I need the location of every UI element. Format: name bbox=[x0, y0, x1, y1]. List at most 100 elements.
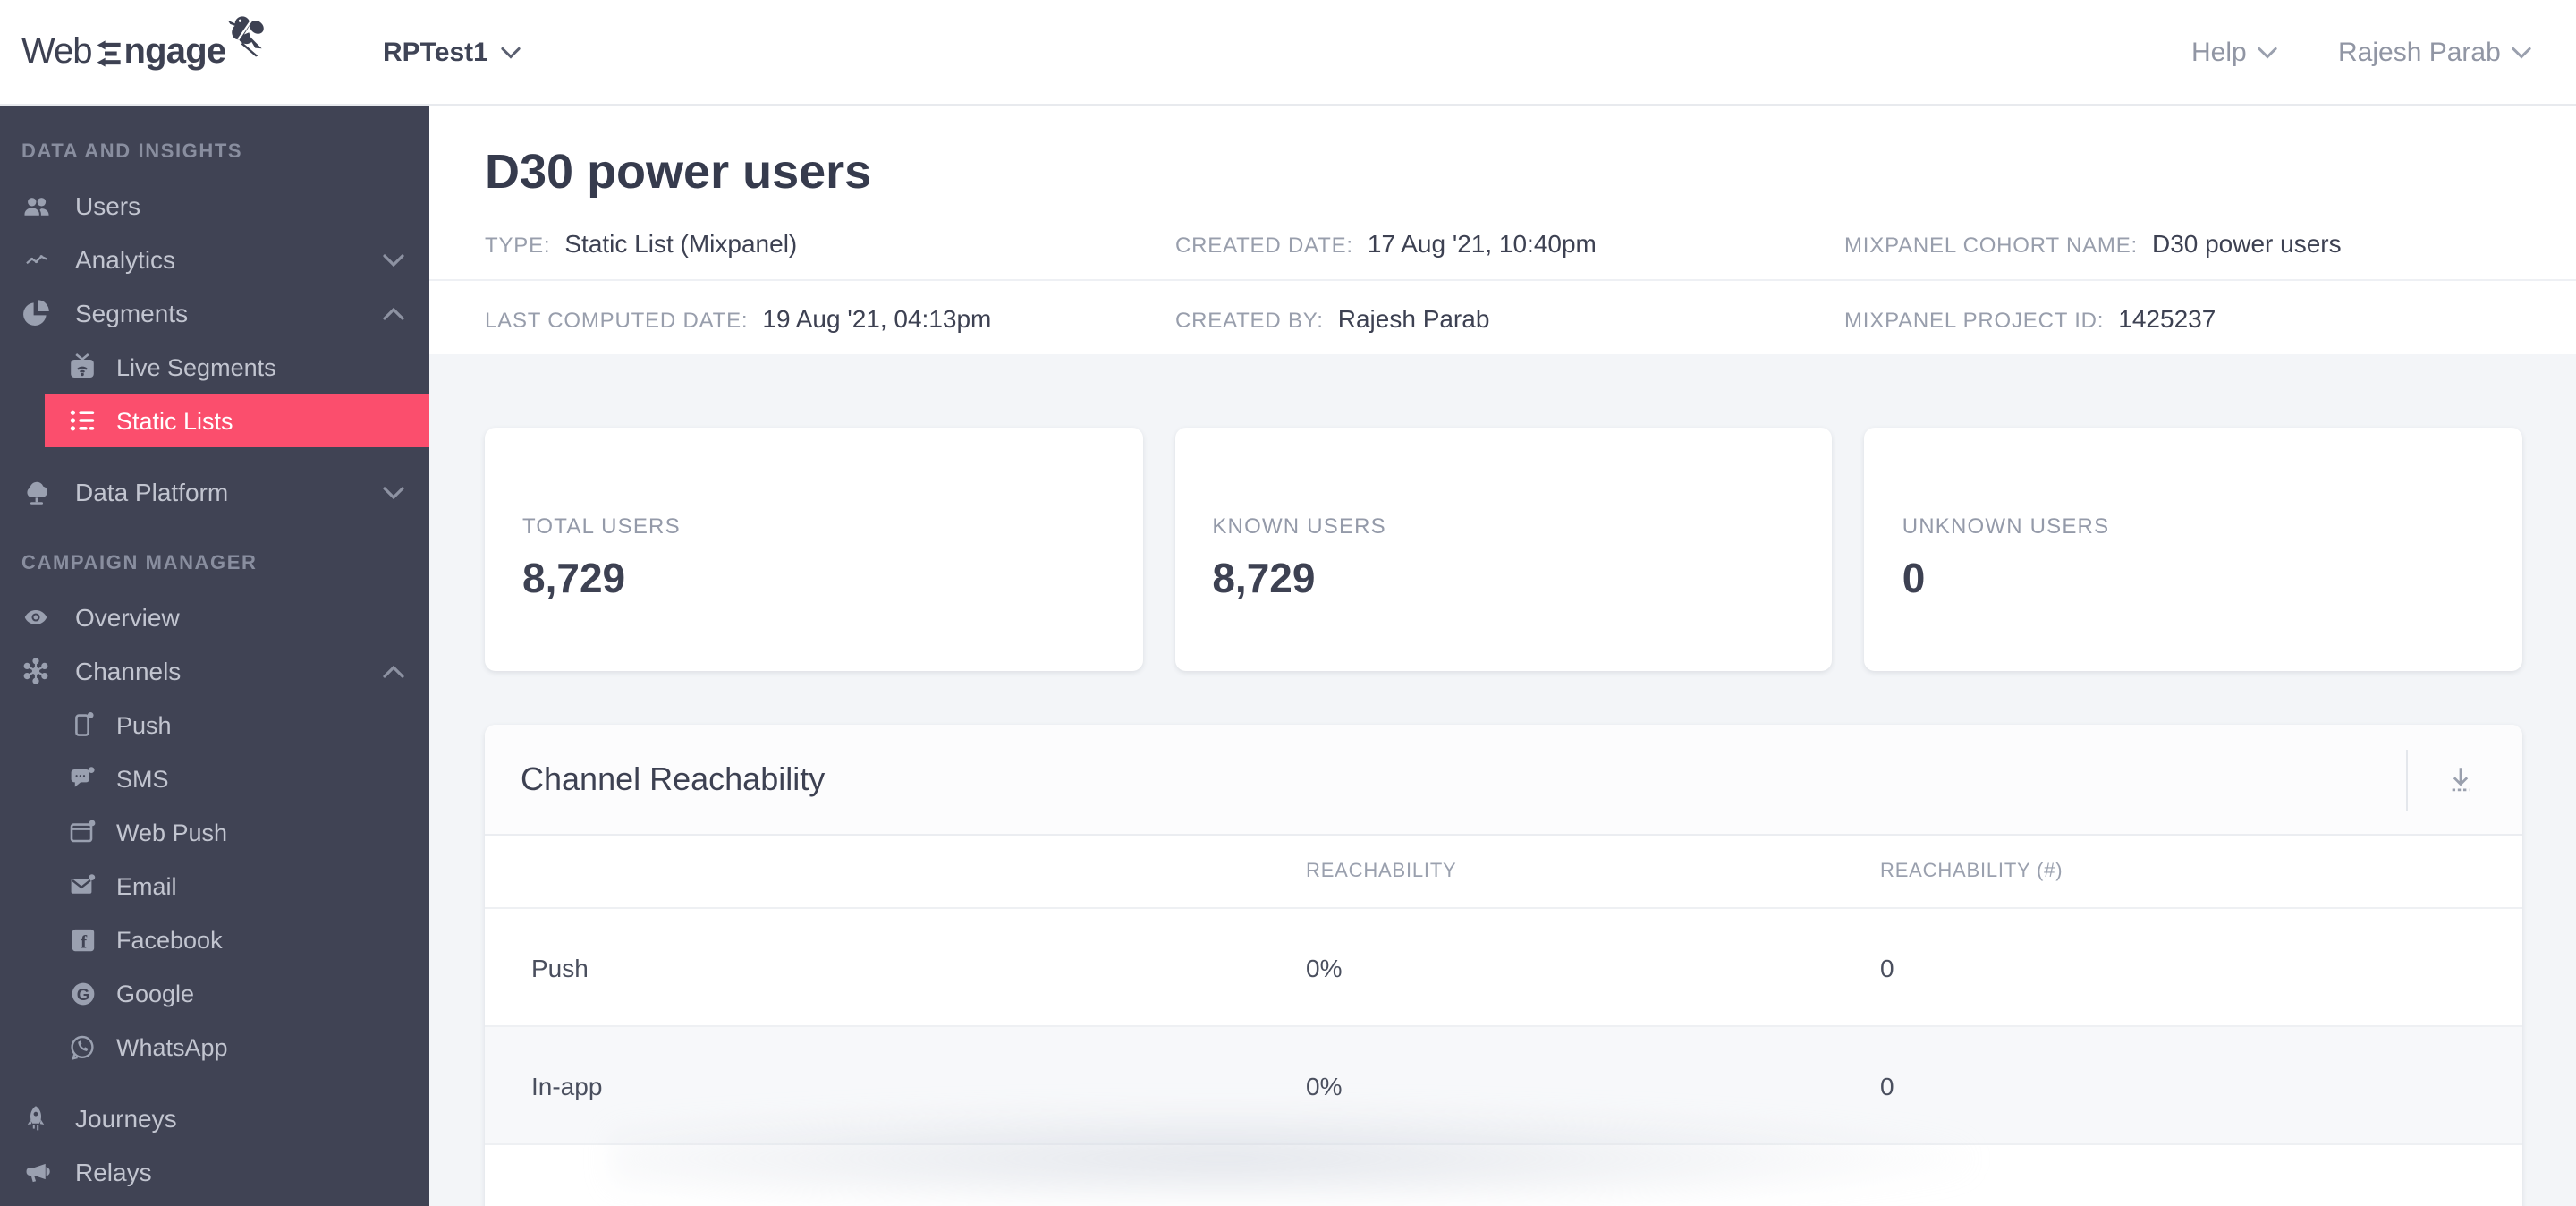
meta-value: Static List (Mixpanel) bbox=[564, 229, 798, 258]
reachability-title: Channel Reachability bbox=[521, 760, 826, 796]
stat-label: UNKNOWN USERS bbox=[1902, 514, 2110, 539]
web-push-icon bbox=[64, 818, 100, 846]
chevron-up-icon bbox=[383, 666, 404, 678]
column-header-reachability-count: REACHABILITY (#) bbox=[1880, 861, 2063, 882]
stat-cards: TOTAL USERS 8,729 KNOWN USERS 8,729 UNKN… bbox=[485, 428, 2523, 671]
channel-name: In-app bbox=[531, 1071, 603, 1100]
reachability-count: 0 bbox=[1880, 1071, 1894, 1100]
sidebar-item-channels[interactable]: Channels bbox=[0, 644, 429, 698]
chevron-down-icon bbox=[2512, 47, 2531, 59]
overview-eye-icon bbox=[18, 603, 54, 632]
chevron-down-icon bbox=[383, 254, 404, 267]
sidebar-item-email[interactable]: Email bbox=[0, 859, 429, 913]
facebook-icon: f bbox=[64, 925, 100, 954]
sidebar-item-analytics[interactable]: Analytics bbox=[0, 233, 429, 286]
sidebar-item-push[interactable]: Push bbox=[0, 698, 429, 752]
project-name: RPTest1 bbox=[383, 38, 488, 68]
sidebar-item-label: Live Segments bbox=[116, 353, 276, 380]
webengage-bird-icon bbox=[222, 14, 270, 59]
sidebar-item-label: Google bbox=[116, 980, 195, 1006]
sidebar-item-data-platform[interactable]: Data Platform bbox=[0, 465, 429, 519]
user-menu[interactable]: Rajesh Parab bbox=[2338, 0, 2531, 106]
stat-value: 8,729 bbox=[1212, 555, 1316, 601]
page-title: D30 power users bbox=[485, 145, 872, 199]
sidebar-item-label: Push bbox=[116, 711, 172, 738]
meta-label: CREATED BY: bbox=[1175, 307, 1324, 332]
sidebar-item-live-segments[interactable]: Live Segments bbox=[0, 340, 429, 394]
analytics-icon bbox=[18, 245, 54, 274]
svg-text:G: G bbox=[76, 984, 89, 1003]
sidebar-item-label: Users bbox=[75, 191, 141, 220]
meta-type: TYPE: Static List (Mixpanel) bbox=[485, 229, 1175, 258]
sidebar-item-web-push[interactable]: Web Push bbox=[0, 805, 429, 859]
sidebar-item-overview[interactable]: Overview bbox=[0, 590, 429, 644]
column-header-reachability: REACHABILITY bbox=[1306, 861, 1457, 882]
sidebar-item-label: WhatsApp bbox=[116, 1033, 228, 1060]
stat-card-known-users: KNOWN USERS 8,729 bbox=[1174, 428, 1833, 671]
reachability-count: 0 bbox=[1880, 953, 1894, 981]
project-selector[interactable]: RPTest1 bbox=[383, 0, 521, 106]
sidebar-item-label: Facebook bbox=[116, 926, 223, 953]
table-row-in-app: In-app 0% 0 bbox=[485, 1027, 2522, 1145]
sidebar-item-label: Email bbox=[116, 872, 177, 899]
sidebar-item-whatsapp[interactable]: WhatsApp bbox=[0, 1020, 429, 1074]
sidebar-item-google[interactable]: G Google bbox=[0, 966, 429, 1020]
push-phone-icon bbox=[64, 710, 100, 739]
sidebar-item-label: Channels bbox=[75, 657, 182, 685]
sidebar-item-static-lists[interactable]: Static Lists bbox=[45, 394, 429, 447]
channel-name: Push bbox=[531, 953, 589, 981]
help-menu[interactable]: Help bbox=[2191, 0, 2277, 106]
reachability-table-header: REACHABILITY REACHABILITY (#) bbox=[485, 836, 2522, 909]
sidebar-item-segments[interactable]: Segments bbox=[0, 286, 429, 340]
sidebar-item-relays[interactable]: Relays bbox=[0, 1145, 429, 1199]
sidebar-item-label: SMS bbox=[116, 765, 169, 792]
meta-row-1: TYPE: Static List (Mixpanel) CREATED DAT… bbox=[429, 208, 2576, 281]
table-row-push: Push 0% 0 bbox=[485, 909, 2522, 1027]
logo-text-web: Web bbox=[21, 32, 93, 72]
meta-value: 17 Aug '21, 10:40pm bbox=[1367, 229, 1597, 258]
channels-hub-icon bbox=[18, 657, 54, 685]
svg-text:f: f bbox=[80, 932, 87, 952]
reachability-percent: 0% bbox=[1306, 1071, 1343, 1100]
meta-row-2: LAST COMPUTED DATE: 19 Aug '21, 04:13pm … bbox=[429, 281, 2576, 354]
sidebar: DATA AND INSIGHTS Users Analytics Segmen… bbox=[0, 106, 429, 1206]
page-header: D30 power users TYPE: Static List (Mixpa… bbox=[429, 106, 2576, 354]
main-content: D30 power users TYPE: Static List (Mixpa… bbox=[429, 106, 2576, 1206]
sms-bubble-icon bbox=[64, 764, 100, 793]
download-button[interactable] bbox=[2429, 749, 2490, 810]
journeys-rocket-icon bbox=[18, 1104, 54, 1133]
sidebar-item-journeys[interactable]: Journeys bbox=[0, 1091, 429, 1145]
meta-mixpanel-project-id: MIXPANEL PROJECT ID: 1425237 bbox=[1844, 303, 2216, 332]
meta-value: 1425237 bbox=[2118, 303, 2216, 332]
divider bbox=[2406, 750, 2408, 811]
sidebar-section-campaign-manager: CAMPAIGN MANAGER bbox=[21, 553, 258, 574]
relays-megaphone-icon bbox=[18, 1158, 54, 1186]
sidebar-item-label: Static Lists bbox=[116, 407, 233, 434]
meta-value: D30 power users bbox=[2151, 229, 2342, 258]
sidebar-item-label: Web Push bbox=[116, 819, 228, 845]
meta-last-computed-date: LAST COMPUTED DATE: 19 Aug '21, 04:13pm bbox=[485, 303, 1175, 332]
sidebar-item-label: Relays bbox=[75, 1158, 152, 1186]
sidebar-section-data-and-insights: DATA AND INSIGHTS bbox=[21, 141, 243, 163]
logo-e-arrows-icon bbox=[96, 37, 123, 69]
meta-mixpanel-cohort-name: MIXPANEL COHORT NAME: D30 power users bbox=[1844, 229, 2342, 258]
users-icon bbox=[18, 191, 54, 220]
meta-label: TYPE: bbox=[485, 233, 551, 258]
sidebar-item-users[interactable]: Users bbox=[0, 179, 429, 233]
google-icon: G bbox=[64, 979, 100, 1007]
meta-label: MIXPANEL PROJECT ID: bbox=[1844, 307, 2105, 332]
reachability-header: Channel Reachability bbox=[485, 725, 2522, 836]
sidebar-item-facebook[interactable]: f Facebook bbox=[0, 913, 429, 966]
meta-created-date: CREATED DATE: 17 Aug '21, 10:40pm bbox=[1175, 229, 1844, 258]
whatsapp-icon bbox=[64, 1032, 100, 1061]
sidebar-item-label: Segments bbox=[75, 299, 189, 327]
segments-icon bbox=[18, 299, 54, 327]
sidebar-item-label: Journeys bbox=[75, 1104, 177, 1133]
stat-label: TOTAL USERS bbox=[522, 514, 681, 539]
meta-created-by: CREATED BY: Rajesh Parab bbox=[1175, 303, 1844, 332]
data-platform-icon bbox=[18, 478, 54, 506]
static-lists-icon bbox=[64, 406, 100, 435]
sidebar-item-sms[interactable]: SMS bbox=[0, 752, 429, 805]
chevron-up-icon bbox=[383, 308, 404, 320]
webengage-logo[interactable]: Web ngage bbox=[21, 0, 264, 106]
